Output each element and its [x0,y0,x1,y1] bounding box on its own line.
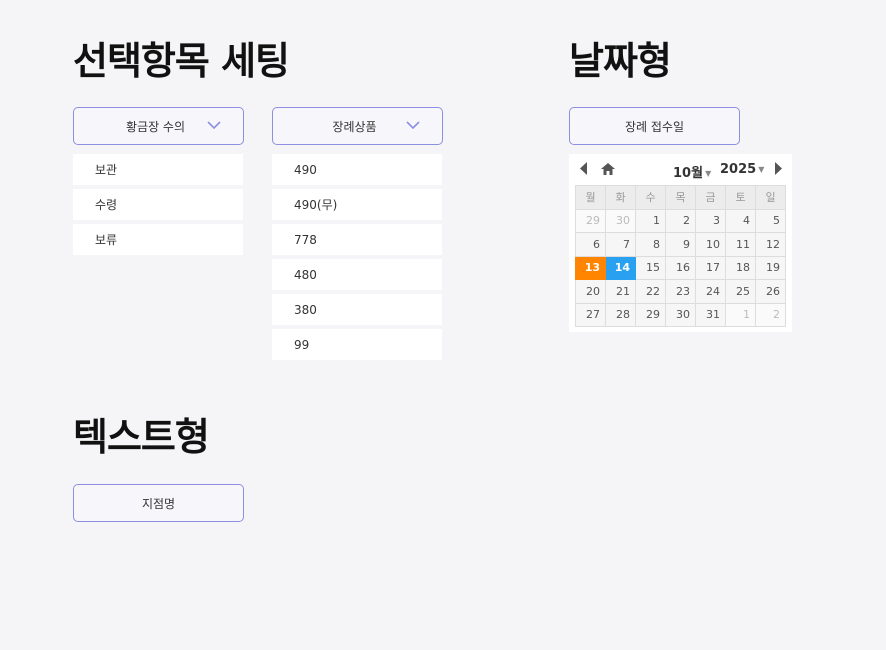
day-cell-selected[interactable]: 14 [605,255,636,280]
gold-shroud-select-label: 황금장 수의 [125,119,185,134]
branch-name-field[interactable]: 지점명 [73,484,244,522]
weekday-tue: 화 [605,185,636,210]
day-cell[interactable]: 18 [725,255,756,280]
option-item[interactable]: 99 [272,329,442,360]
year-label: 2025 [720,162,757,177]
chevron-down-icon [406,121,420,130]
weekday-sat: 토 [725,185,756,210]
option-item[interactable]: 보류 [73,224,243,255]
option-item[interactable]: 490(무) [272,189,442,220]
day-cell[interactable]: 30 [665,302,696,327]
day-cell[interactable]: 1 [725,302,756,327]
date-section-title: 날짜형 [569,39,672,83]
week-row: 13 14 15 16 17 18 19 [575,255,786,280]
day-cell[interactable]: 2 [665,208,696,233]
weekday-sun: 일 [755,185,786,210]
day-cell[interactable]: 15 [635,255,666,280]
funeral-product-options: 490 490(무) 778 480 380 99 [272,154,442,364]
day-cell[interactable]: 12 [755,232,786,257]
day-cell[interactable]: 17 [695,255,726,280]
funeral-product-select-label: 장례상품 [332,119,377,134]
day-cell[interactable]: 4 [725,208,756,233]
weekday-thu: 목 [665,185,696,210]
chevron-down-icon [207,121,221,130]
week-row: 20 21 22 23 24 25 26 [575,279,786,304]
option-item[interactable]: 778 [272,224,442,255]
caret-down-icon: ▼ [758,165,765,174]
home-icon[interactable] [601,163,615,175]
funeral-date-field[interactable]: 장례 접수일 [569,107,740,145]
month-label: 10월 [673,166,704,181]
day-cell[interactable]: 25 [725,279,756,304]
day-cell[interactable]: 21 [605,279,636,304]
week-row: 6 7 8 9 10 11 12 [575,232,786,257]
day-cell-today[interactable]: 13 [575,255,606,280]
day-cell[interactable]: 7 [605,232,636,257]
option-item[interactable]: 수령 [73,189,243,220]
day-cell[interactable]: 24 [695,279,726,304]
day-cell[interactable]: 20 [575,279,606,304]
weekday-mon: 월 [575,185,606,210]
branch-name-field-label: 지점명 [141,496,176,511]
day-cell[interactable]: 9 [665,232,696,257]
caret-down-icon: ▼ [705,169,712,178]
day-cell[interactable]: 1 [635,208,666,233]
next-month-icon[interactable] [774,162,782,175]
select-section-title: 선택항목 세팅 [73,39,290,83]
weekday-row: 월 화 수 목 금 토 일 [575,185,786,210]
day-cell[interactable]: 28 [605,302,636,327]
calendar-grid: 월 화 수 목 금 토 일 29 30 1 2 3 4 5 6 7 8 9 10… [575,185,786,327]
day-cell[interactable]: 8 [635,232,666,257]
day-cell[interactable]: 11 [725,232,756,257]
day-cell[interactable]: 3 [695,208,726,233]
day-cell[interactable]: 16 [665,255,696,280]
weekday-fri: 금 [695,185,726,210]
day-cell[interactable]: 29 [575,208,606,233]
funeral-date-field-label: 장례 접수일 [624,119,684,134]
day-cell[interactable]: 29 [635,302,666,327]
day-cell[interactable]: 10 [695,232,726,257]
option-item[interactable]: 380 [272,294,442,325]
gold-shroud-select[interactable]: 황금장 수의 [73,107,244,145]
year-select[interactable]: 2025 ▼ [720,162,764,177]
option-item[interactable]: 보관 [73,154,243,185]
day-cell[interactable]: 26 [755,279,786,304]
day-cell[interactable]: 5 [755,208,786,233]
day-cell[interactable]: 19 [755,255,786,280]
gold-shroud-options: 보관 수령 보류 [73,154,243,259]
day-cell[interactable]: 31 [695,302,726,327]
text-section-title: 텍스트형 [73,415,210,459]
day-cell[interactable]: 23 [665,279,696,304]
weekday-wed: 수 [635,185,666,210]
month-select[interactable]: 10월 ▼ [673,162,711,181]
day-cell[interactable]: 2 [755,302,786,327]
week-row: 29 30 1 2 3 4 5 [575,208,786,233]
calendar-header: 10월 ▼ 2025 ▼ [569,154,792,184]
option-item[interactable]: 480 [272,259,442,290]
week-row: 27 28 29 30 31 1 2 [575,302,786,327]
day-cell[interactable]: 6 [575,232,606,257]
option-item[interactable]: 490 [272,154,442,185]
date-picker-calendar: 10월 ▼ 2025 ▼ 월 화 수 목 금 토 일 29 30 1 2 3 4… [569,154,792,332]
day-cell[interactable]: 22 [635,279,666,304]
funeral-product-select[interactable]: 장례상품 [272,107,443,145]
day-cell[interactable]: 27 [575,302,606,327]
prev-month-icon[interactable] [580,162,588,175]
day-cell[interactable]: 30 [605,208,636,233]
